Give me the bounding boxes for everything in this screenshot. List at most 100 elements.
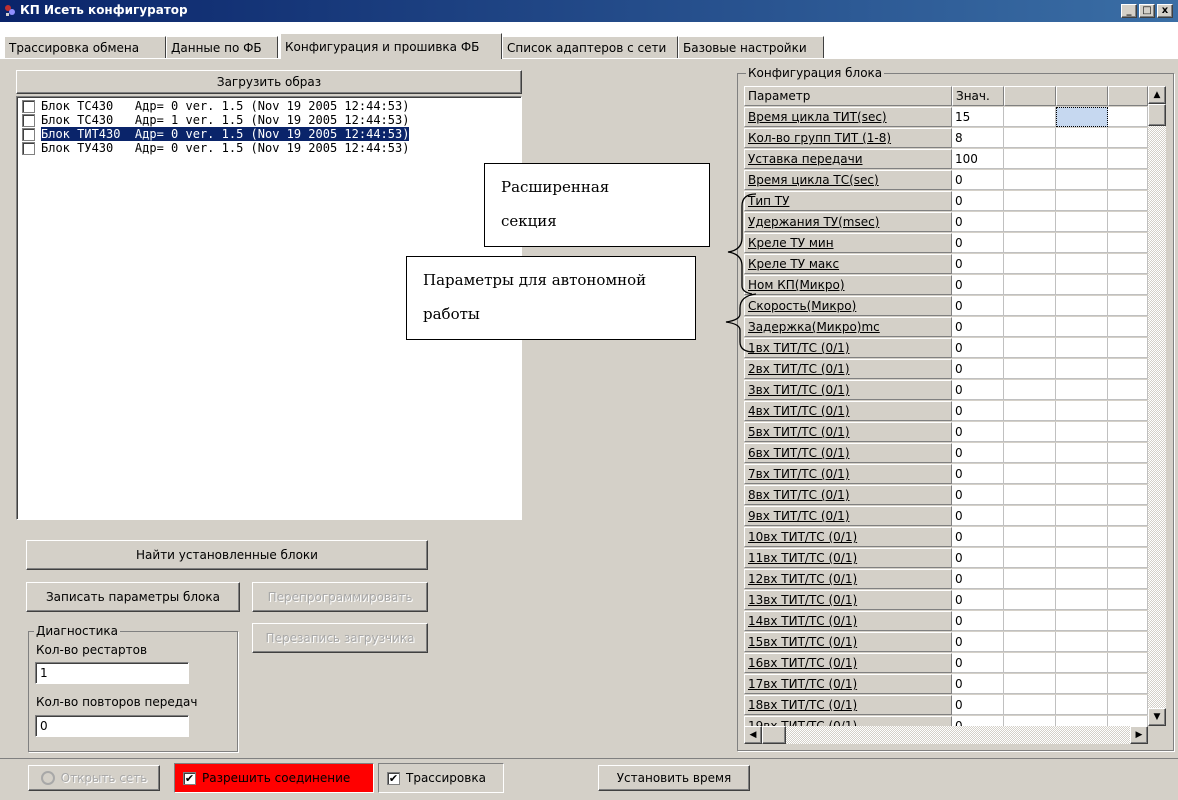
grid-cell-empty[interactable] bbox=[1004, 422, 1056, 442]
param-value-cell[interactable]: 0 bbox=[952, 380, 1004, 400]
grid-cell-empty[interactable] bbox=[1108, 317, 1148, 337]
grid-cell-empty[interactable] bbox=[1004, 527, 1056, 547]
param-value-cell[interactable]: 0 bbox=[952, 317, 1004, 337]
list-item-selected[interactable]: Блок ТИТ430 Адр= 0 ver. 1.5 (Nov 19 2005… bbox=[19, 127, 519, 141]
allow-connection-checkbox[interactable]: ✔ Разрешить соединение bbox=[174, 763, 374, 793]
block-checkbox[interactable] bbox=[22, 141, 35, 155]
grid-cell-empty[interactable] bbox=[1004, 275, 1056, 295]
tab-base-settings[interactable]: Базовые настройки bbox=[678, 36, 824, 58]
grid-cell-empty[interactable] bbox=[1108, 170, 1148, 190]
grid-cell-empty[interactable] bbox=[1108, 527, 1148, 547]
grid-cell-empty[interactable] bbox=[1108, 107, 1148, 127]
grid-cell-empty[interactable] bbox=[1108, 233, 1148, 253]
grid-cell-empty[interactable] bbox=[1108, 359, 1148, 379]
param-value-cell[interactable]: 0 bbox=[952, 443, 1004, 463]
list-item[interactable]: Блок ТС430 Адр= 1 ver. 1.5 (Nov 19 2005 … bbox=[19, 113, 519, 127]
grid-cell-empty[interactable] bbox=[1108, 569, 1148, 589]
grid-cell-empty[interactable] bbox=[1004, 359, 1056, 379]
param-value-cell[interactable]: 0 bbox=[952, 632, 1004, 652]
minimize-button[interactable]: _ bbox=[1121, 4, 1137, 18]
grid-cell-empty[interactable] bbox=[1004, 464, 1056, 484]
param-value-cell[interactable]: 0 bbox=[952, 401, 1004, 421]
grid-cell-empty[interactable] bbox=[1004, 485, 1056, 505]
grid-cell-empty[interactable] bbox=[1056, 170, 1108, 190]
grid-cell-empty[interactable] bbox=[1004, 506, 1056, 526]
grid-cell-empty[interactable] bbox=[1056, 359, 1108, 379]
param-value-cell[interactable]: 0 bbox=[952, 611, 1004, 631]
param-value-cell[interactable]: 100 bbox=[952, 149, 1004, 169]
grid-cell-empty[interactable] bbox=[1056, 128, 1108, 148]
maximize-button[interactable]: □ bbox=[1139, 4, 1155, 18]
grid-cell-empty[interactable] bbox=[1108, 149, 1148, 169]
grid-cell-empty[interactable] bbox=[1056, 422, 1108, 442]
grid-cell-empty[interactable] bbox=[1004, 212, 1056, 232]
grid-cell-empty[interactable] bbox=[1108, 611, 1148, 631]
horizontal-scrollbar[interactable]: ◀ ▶ bbox=[744, 726, 1148, 744]
tab-trace-exchange[interactable]: Трассировка обмена bbox=[4, 36, 166, 58]
grid-cell-empty[interactable] bbox=[1108, 212, 1148, 232]
grid-cell-empty[interactable] bbox=[1108, 632, 1148, 652]
param-value-cell[interactable]: 0 bbox=[952, 506, 1004, 526]
tab-network-adapters[interactable]: Список адаптеров с сети bbox=[502, 36, 678, 58]
grid-cell-empty[interactable] bbox=[1056, 233, 1108, 253]
column-header-empty[interactable] bbox=[1004, 86, 1056, 106]
param-value-cell[interactable]: 0 bbox=[952, 422, 1004, 442]
grid-cell-empty[interactable] bbox=[1056, 695, 1108, 715]
param-value-cell[interactable]: 0 bbox=[952, 527, 1004, 547]
write-params-button[interactable]: Записать параметры блока bbox=[26, 582, 240, 612]
grid-cell-empty[interactable] bbox=[1004, 317, 1056, 337]
grid-cell-empty[interactable] bbox=[1004, 674, 1056, 694]
scroll-down-arrow-icon[interactable]: ▼ bbox=[1148, 708, 1166, 726]
rewrite-loader-button[interactable]: Перезапись загрузчика bbox=[252, 623, 428, 653]
scroll-left-arrow-icon[interactable]: ◀ bbox=[744, 726, 762, 744]
column-header-value[interactable]: Знач. bbox=[952, 86, 1004, 106]
grid-cell-empty[interactable] bbox=[1056, 443, 1108, 463]
grid-cell-empty[interactable] bbox=[1108, 443, 1148, 463]
list-item[interactable]: Блок ТУ430 Адр= 0 ver. 1.5 (Nov 19 2005 … bbox=[19, 141, 519, 155]
grid-cell-empty[interactable] bbox=[1108, 254, 1148, 274]
grid-cell-empty[interactable] bbox=[1108, 401, 1148, 421]
grid-cell-empty[interactable] bbox=[1108, 674, 1148, 694]
list-item[interactable]: Блок ТС430 Адр= 0 ver. 1.5 (Nov 19 2005 … bbox=[19, 99, 519, 113]
grid-cell-empty[interactable] bbox=[1056, 611, 1108, 631]
grid-cell-empty[interactable] bbox=[1056, 275, 1108, 295]
grid-cell-empty[interactable] bbox=[1056, 653, 1108, 673]
scroll-thumb[interactable] bbox=[1148, 104, 1166, 126]
grid-cell-empty[interactable] bbox=[1004, 296, 1056, 316]
param-value-cell[interactable]: 0 bbox=[952, 695, 1004, 715]
param-value-cell[interactable]: 0 bbox=[952, 548, 1004, 568]
grid-cell-empty[interactable] bbox=[1004, 653, 1056, 673]
column-header-param[interactable]: Параметр bbox=[744, 86, 952, 106]
param-value-cell[interactable]: 0 bbox=[952, 359, 1004, 379]
block-checkbox[interactable] bbox=[22, 127, 35, 141]
grid-cell-empty[interactable] bbox=[1108, 128, 1148, 148]
grid-cell-empty[interactable] bbox=[1108, 338, 1148, 358]
trace-checkbox[interactable]: ✔ Трассировка bbox=[378, 763, 504, 793]
find-blocks-button[interactable]: Найти установленные блоки bbox=[26, 540, 428, 570]
grid-cell-empty[interactable] bbox=[1056, 296, 1108, 316]
reprogram-button[interactable]: Перепрограммировать bbox=[252, 582, 428, 612]
grid-cell-empty[interactable] bbox=[1056, 632, 1108, 652]
open-network-button[interactable]: Открыть сеть bbox=[28, 765, 160, 791]
grid-cell-empty[interactable] bbox=[1004, 233, 1056, 253]
grid-cell-empty[interactable] bbox=[1004, 611, 1056, 631]
grid-cell-empty[interactable] bbox=[1056, 338, 1108, 358]
vertical-scrollbar[interactable]: ▲ ▼ bbox=[1148, 86, 1166, 726]
grid-cell-empty[interactable] bbox=[1056, 527, 1108, 547]
tab-fb-data[interactable]: Данные по ФБ bbox=[166, 36, 278, 58]
config-grid[interactable]: Параметр Знач. Время цикла ТИТ(sec) 15 Кол-в… bbox=[744, 86, 1172, 746]
grid-cell-empty[interactable] bbox=[1004, 191, 1056, 211]
param-value-cell[interactable]: 0 bbox=[952, 191, 1004, 211]
param-value-cell[interactable]: 0 bbox=[952, 212, 1004, 232]
param-value-cell[interactable]: 0 bbox=[952, 233, 1004, 253]
grid-cell-empty[interactable] bbox=[1056, 380, 1108, 400]
column-header-empty[interactable] bbox=[1108, 86, 1148, 106]
grid-cell-empty[interactable] bbox=[1056, 107, 1108, 127]
param-value-cell[interactable]: 0 bbox=[952, 653, 1004, 673]
grid-cell-empty[interactable] bbox=[1056, 317, 1108, 337]
block-checkbox[interactable] bbox=[22, 113, 35, 127]
grid-cell-empty[interactable] bbox=[1004, 170, 1056, 190]
grid-cell-empty[interactable] bbox=[1056, 506, 1108, 526]
grid-cell-empty[interactable] bbox=[1056, 485, 1108, 505]
load-image-button[interactable]: Загрузить образ bbox=[16, 70, 522, 94]
